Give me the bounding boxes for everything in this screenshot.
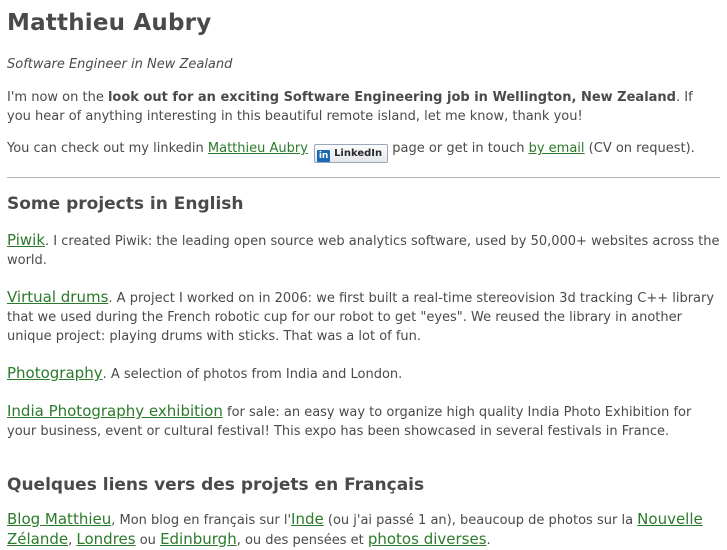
photos-diverses-link[interactable]: photos diverses — [368, 530, 487, 548]
lookout-highlight: look out for an exciting Software Engine… — [107, 90, 676, 105]
project-india-exhibition: India Photography exhibition for sale: a… — [7, 402, 720, 441]
project-photography: Photography. A selection of photos from … — [7, 364, 720, 384]
french-text: . — [486, 533, 491, 548]
linkedin-icon: in — [317, 150, 331, 162]
linkedin-middle: page or get in touch — [388, 141, 529, 156]
french-text: , Mon blog en français sur l' — [111, 513, 292, 528]
french-links-paragraph: Blog Matthieu, Mon blog en français sur … — [7, 510, 720, 550]
virtual-drums-link[interactable]: Virtual drums — [7, 288, 108, 306]
email-link[interactable]: by email — [529, 141, 585, 156]
contact-paragraph: You can check out my linkedin Matthieu A… — [7, 139, 720, 163]
india-exhibition-link[interactable]: India Photography exhibition — [7, 402, 223, 420]
french-text: (ou j'ai passé 1 an), beaucoup de photos… — [323, 513, 638, 528]
french-text: , ou des pensées et — [236, 533, 368, 548]
linkedin-prefix: You can check out my linkedin — [7, 141, 208, 156]
job-lookout-paragraph: I'm now on the look out for an exciting … — [7, 88, 720, 126]
blog-matthieu-link[interactable]: Blog Matthieu — [7, 510, 111, 528]
french-text: , — [68, 533, 73, 548]
english-projects-heading: Some projects in English — [7, 194, 244, 214]
project-description: . A selection of photos from India and L… — [102, 367, 403, 382]
french-projects-heading: Quelques liens vers des projets en Franç… — [7, 475, 425, 495]
section-divider — [7, 177, 720, 178]
project-virtual-drums: Virtual drums. A project I worked on in … — [7, 288, 720, 346]
piwik-link[interactable]: Piwik — [7, 231, 45, 249]
lookout-prefix: I'm now on the — [7, 90, 108, 105]
page: Matthieu Aubry Software Engineer in New … — [0, 0, 727, 550]
project-description: . I created Piwik: the leading open sour… — [7, 234, 720, 268]
londres-link[interactable]: Londres — [76, 530, 135, 548]
photography-link[interactable]: Photography — [7, 364, 103, 382]
project-description: . A project I worked on in 2006: we firs… — [7, 291, 715, 344]
french-text: ou — [135, 533, 161, 548]
linkedin-badge-button[interactable]: in LinkedIn — [314, 144, 389, 163]
project-piwik: Piwik. I created Piwik: the leading open… — [7, 231, 720, 270]
linkedin-profile-link[interactable]: Matthieu Aubry — [208, 141, 308, 156]
linkedin-badge-label: LinkedIn — [334, 148, 383, 159]
edinburgh-link[interactable]: Edinburgh — [160, 530, 237, 548]
linkedin-suffix: (CV on request). — [584, 141, 695, 156]
inde-link[interactable]: Inde — [291, 510, 324, 528]
page-title: Matthieu Aubry — [7, 10, 212, 36]
tagline: Software Engineer in New Zealand — [7, 57, 233, 72]
